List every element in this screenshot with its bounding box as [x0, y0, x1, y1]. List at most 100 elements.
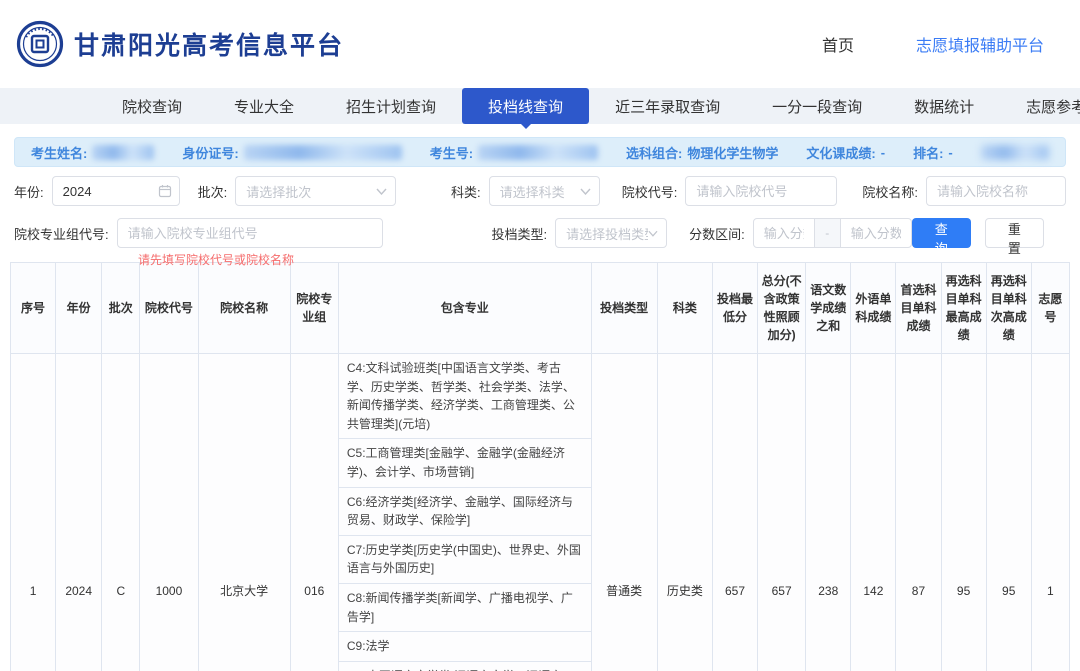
chevron-down-icon	[648, 230, 658, 237]
year-label: 年份:	[14, 182, 44, 201]
student-id-group: 身份证号:	[182, 143, 401, 162]
header-year: 年份	[56, 263, 102, 354]
header-seq: 序号	[11, 263, 56, 354]
filter-buttons: 查 询 重 置	[912, 218, 1066, 248]
filter-row-2: 院校专业组代号: 请先填写院校代号或院校名称 投档类型: 请选择投档类型 分数区…	[14, 218, 1066, 248]
student-id-redacted	[244, 145, 402, 160]
student-id-label: 身份证号:	[182, 143, 238, 162]
tab-data-statistics[interactable]: 数据统计	[888, 88, 1000, 124]
tab-major-catalog[interactable]: 专业大全	[208, 88, 320, 124]
top-header: 甘肃阳光高考信息平台 首页 志愿填报辅助平台	[0, 0, 1080, 88]
tab-score-segment-query[interactable]: 一分一段查询	[746, 88, 888, 124]
exam-no-label: 考生号:	[430, 143, 473, 162]
cell-re-subject-second: 95	[986, 354, 1031, 671]
main-nav-tabs: 院校查询 专业大全 招生计划查询 投档线查询 近三年录取查询 一分一段查询 数据…	[0, 88, 1080, 124]
year-input[interactable]	[52, 176, 180, 206]
subject-combo-value: 物理化学生物学	[687, 143, 778, 162]
header-min-score: 投档最低分	[712, 263, 757, 354]
cell-foreign-score: 142	[851, 354, 896, 671]
tab-three-year-admission-query[interactable]: 近三年录取查询	[589, 88, 746, 124]
score-range-group: -	[753, 218, 912, 248]
rank-group: 排名: -	[913, 143, 953, 162]
top-links: 首页 志愿填报辅助平台	[822, 32, 1050, 56]
exam-no-group: 考生号:	[430, 143, 598, 162]
admission-type-label: 投档类型:	[491, 224, 547, 243]
major-item: C8:新闻传播学类[新闻学、广播电视学、广告学]	[339, 584, 591, 632]
rank-value: -	[948, 145, 952, 160]
header-volunteer-no: 志愿号	[1031, 263, 1069, 354]
cell-included-majors: C4:文科试验班类[中国语言文学类、考古学、历史学类、哲学类、社会学类、法学、新…	[338, 354, 591, 671]
header-college-name: 院校名称	[198, 263, 290, 354]
header-included-majors: 包含专业	[338, 263, 591, 354]
college-code-input[interactable]	[685, 176, 837, 206]
results-table-wrap: 序号 年份 批次 院校代号 院校名称 院校专业组 包含专业 投档类型 科类 投档…	[10, 262, 1070, 671]
cell-year: 2024	[56, 354, 102, 671]
score-min-input[interactable]	[753, 218, 815, 248]
group-code-hint: 请先填写院校代号或院校名称	[138, 251, 294, 268]
exam-no-redacted	[478, 145, 598, 160]
admission-line-table: 序号 年份 批次 院校代号 院校名称 院校专业组 包含专业 投档类型 科类 投档…	[10, 262, 1070, 671]
platform-seal-logo-icon	[16, 20, 64, 68]
cell-first-subject-score: 87	[896, 354, 941, 671]
batch-select[interactable]: 请选择批次	[235, 176, 396, 206]
major-item: C6:经济学类[经济学、金融学、国际经济与贸易、财政学、保险学]	[339, 488, 591, 536]
cell-college-code: 1000	[140, 354, 198, 671]
header-re-subject-max: 再选科目单科最高成绩	[941, 263, 986, 354]
cell-volunteer-no: 1	[1031, 354, 1069, 671]
tab-admission-line-query[interactable]: 投档线查询	[462, 88, 589, 124]
student-name-group: 考生姓名:	[31, 143, 154, 162]
culture-score-value: -	[881, 145, 885, 160]
search-button[interactable]: 查 询	[912, 218, 971, 248]
score-max-input[interactable]	[840, 218, 912, 248]
major-item: CA:中国语言文学类[汉语言文学、汉语言、古典文献学、应用语言学]	[339, 662, 591, 671]
cell-re-subject-max: 95	[941, 354, 986, 671]
cell-total-score: 657	[758, 354, 806, 671]
cell-college-name: 北京大学	[198, 354, 290, 671]
nav-volunteer-assist-link[interactable]: 志愿填报辅助平台	[916, 32, 1044, 56]
score-range-separator: -	[815, 218, 840, 248]
culture-score-label: 文化课成绩:	[806, 143, 875, 162]
cell-seq: 1	[11, 354, 56, 671]
cell-batch: C	[102, 354, 140, 671]
cell-subject-type: 历史类	[657, 354, 712, 671]
chevron-down-icon	[580, 188, 591, 195]
header-foreign-score: 外语单科成绩	[851, 263, 896, 354]
score-range-label: 分数区间:	[689, 224, 745, 243]
group-code-input[interactable]	[117, 218, 384, 248]
page-title: 甘肃阳光高考信息平台	[74, 26, 344, 62]
nav-home-link[interactable]: 首页	[822, 32, 854, 56]
filter-row-1: 年份: 批次: 请选择批次 科类: 请选择科类 院校代号:	[14, 176, 1066, 206]
major-item: C9:法学	[339, 632, 591, 662]
header-subject-type: 科类	[657, 263, 712, 354]
batch-placeholder: 请选择批次	[246, 182, 311, 201]
tab-college-query[interactable]: 院校查询	[96, 88, 208, 124]
table-header-row: 序号 年份 批次 院校代号 院校名称 院校专业组 包含专业 投档类型 科类 投档…	[11, 263, 1070, 354]
student-name-redacted	[92, 145, 154, 160]
chevron-down-icon	[376, 188, 387, 195]
subject-type-placeholder: 请选择科类	[500, 182, 565, 201]
subject-type-select[interactable]: 请选择科类	[489, 176, 600, 206]
filter-panel: 年份: 批次: 请选择批次 科类: 请选择科类 院校代号:	[0, 167, 1080, 248]
tab-volunteer-reference[interactable]: 志愿参考	[1000, 88, 1080, 124]
admission-type-select[interactable]: 请选择投档类型	[555, 218, 667, 248]
major-item: C7:历史学类[历史学(中国史)、世界史、外国语言与外国历史]	[339, 536, 591, 584]
header-chinese-math-sum: 语文数学成绩之和	[806, 263, 851, 354]
culture-score-group: 文化课成绩: -	[806, 143, 885, 162]
student-name-label: 考生姓名:	[31, 143, 87, 162]
reset-button[interactable]: 重 置	[985, 218, 1044, 248]
header-admission-type: 投档类型	[591, 263, 657, 354]
page: 甘肃阳光高考信息平台 首页 志愿填报辅助平台 院校查询 专业大全 招生计划查询 …	[0, 0, 1080, 671]
brand: 甘肃阳光高考信息平台	[16, 20, 344, 68]
subject-combo-group: 选科组合: 物理化学生物学	[626, 143, 778, 162]
redacted-info-right	[981, 145, 1049, 160]
college-name-label: 院校名称:	[862, 182, 918, 201]
college-name-input[interactable]	[926, 176, 1066, 206]
header-re-subject-second: 再选科目单科次高成绩	[986, 263, 1031, 354]
cell-major-group: 016	[290, 354, 338, 671]
header-college-code: 院校代号	[140, 263, 198, 354]
student-info-bar: 考生姓名: 身份证号: 考生号: 选科组合: 物理化学生物学 文化课成绩: - …	[14, 137, 1066, 167]
header-first-subject-score: 首选科目单科成绩	[896, 263, 941, 354]
batch-label: 批次:	[198, 182, 228, 201]
tab-enrollment-plan-query[interactable]: 招生计划查询	[320, 88, 462, 124]
college-code-label: 院校代号:	[622, 182, 678, 201]
